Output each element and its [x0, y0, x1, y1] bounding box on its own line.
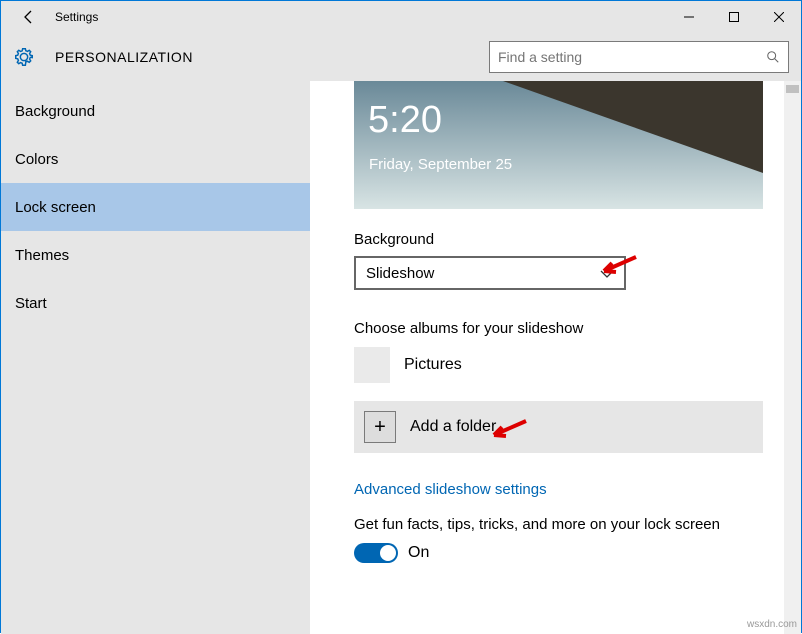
search-icon [766, 50, 780, 64]
search-container [489, 41, 789, 73]
add-folder-label: Add a folder [410, 418, 496, 436]
sidebar-item-themes[interactable]: Themes [1, 231, 310, 279]
sidebar: Background Colors Lock screen Themes Sta… [1, 81, 310, 634]
sidebar-item-background[interactable]: Background [1, 87, 310, 135]
background-dropdown[interactable]: Slideshow [354, 256, 626, 290]
scrollbar-thumb[interactable] [786, 85, 799, 93]
album-thumbnail [354, 347, 390, 383]
sidebar-item-label: Colors [15, 151, 58, 168]
preview-time: 5:20 [368, 99, 442, 142]
sidebar-item-colors[interactable]: Colors [1, 135, 310, 183]
album-name: Pictures [404, 356, 462, 374]
content: 5:20 Friday, September 25 Background Sli… [310, 81, 801, 634]
sidebar-item-lockscreen[interactable]: Lock screen [1, 183, 310, 231]
maximize-button[interactable] [711, 1, 756, 33]
album-item[interactable]: Pictures [354, 347, 757, 383]
page-title: PERSONALIZATION [55, 49, 193, 65]
funfacts-toggle[interactable] [354, 543, 398, 563]
search-input-wrap[interactable] [489, 41, 789, 73]
watermark: wsxdn.com [747, 619, 797, 630]
gear-icon [13, 46, 35, 68]
funfacts-toggle-row: On [354, 543, 757, 563]
sidebar-item-label: Lock screen [15, 199, 96, 216]
sidebar-item-label: Start [15, 295, 47, 312]
scrollbar[interactable] [784, 81, 801, 634]
toggle-state-label: On [408, 544, 429, 562]
preview-image-mountain [503, 81, 763, 173]
annotation-arrow [310, 561, 312, 585]
background-label: Background [354, 231, 757, 248]
advanced-settings-link[interactable]: Advanced slideshow settings [354, 481, 757, 498]
window-controls [666, 1, 801, 33]
preview-date: Friday, September 25 [369, 156, 512, 173]
plus-icon: + [364, 411, 396, 443]
sidebar-item-start[interactable]: Start [1, 279, 310, 327]
titlebar: Settings [1, 1, 801, 33]
funfacts-label: Get fun facts, tips, tricks, and more on… [354, 516, 757, 533]
sidebar-item-label: Themes [15, 247, 69, 264]
search-input[interactable] [498, 49, 766, 65]
window-title: Settings [55, 10, 98, 24]
albums-label: Choose albums for your slideshow [354, 320, 757, 337]
chevron-down-icon [600, 265, 614, 282]
dropdown-value: Slideshow [366, 265, 434, 282]
sidebar-item-label: Background [15, 103, 95, 120]
minimize-button[interactable] [666, 1, 711, 33]
back-button[interactable] [11, 1, 47, 33]
close-button[interactable] [756, 1, 801, 33]
add-folder-button[interactable]: + Add a folder [354, 401, 763, 453]
header: PERSONALIZATION [1, 33, 801, 81]
toggle-knob [380, 545, 396, 561]
lockscreen-preview: 5:20 Friday, September 25 [354, 81, 763, 209]
